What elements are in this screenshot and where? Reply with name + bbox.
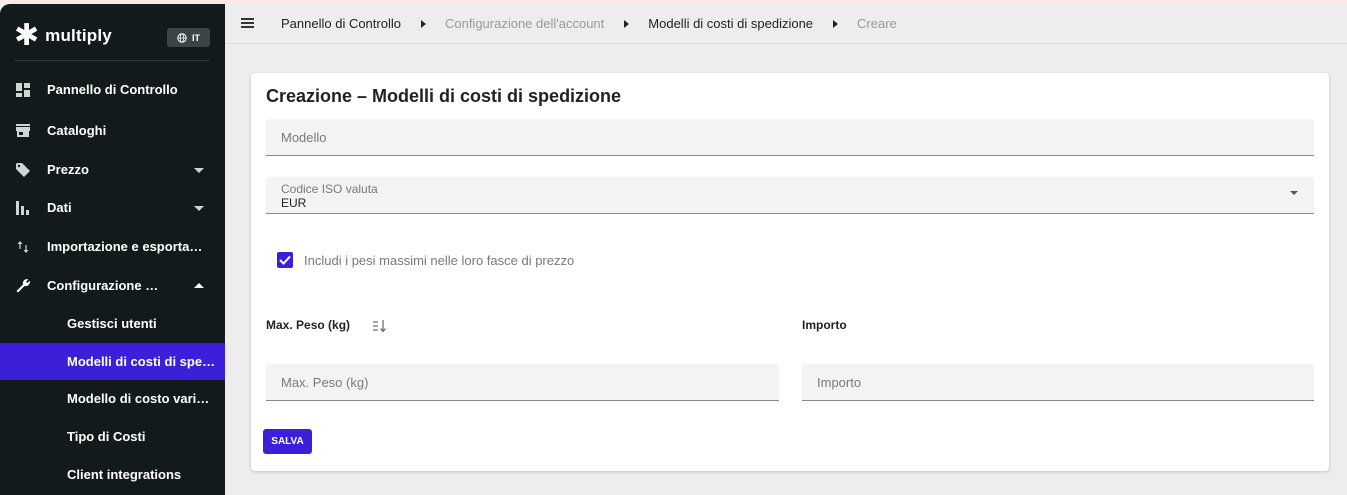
sidebar-subitem-cost-types[interactable]: Tipo di Costi bbox=[0, 418, 225, 455]
sidebar-item-label: Cataloghi bbox=[47, 123, 107, 138]
amount-input[interactable]: Importo bbox=[802, 364, 1314, 401]
sidebar-subitem-label: Gestisci utenti bbox=[67, 316, 157, 331]
breadcrumb-separator-icon bbox=[624, 19, 630, 28]
sidebar-item-catalogs[interactable]: Cataloghi bbox=[0, 112, 225, 149]
sidebar-item-dashboard[interactable]: Pannello di Controllo bbox=[0, 71, 225, 108]
sidebar-item-account-config[interactable]: Configurazione dell'account bbox=[0, 267, 225, 304]
sidebar-item-label: Pannello di Controllo bbox=[47, 82, 178, 97]
max-weight-column-header: Max. Peso (kg) bbox=[266, 318, 351, 332]
include-max-weights-label: Includi i pesi massimi nelle loro fasce … bbox=[304, 252, 575, 268]
top-bar: Pannello di Controllo Configurazione del… bbox=[225, 4, 1347, 44]
check-icon bbox=[279, 255, 291, 265]
sort-ascending-icon[interactable] bbox=[372, 319, 388, 333]
breadcrumb-item-create: Creare bbox=[857, 16, 897, 31]
dashboard-icon bbox=[15, 82, 31, 98]
chevron-down-icon bbox=[194, 167, 204, 173]
include-max-weights-option: Includi i pesi massimi nelle loro fasce … bbox=[277, 252, 574, 268]
sidebar-subitem-variable-cost-model[interactable]: Modello di costo variabile bbox=[0, 380, 225, 417]
store-icon bbox=[15, 123, 31, 139]
sidebar-item-label: Dati bbox=[47, 200, 72, 215]
bar-chart-icon bbox=[15, 200, 31, 216]
language-selector[interactable]: IT bbox=[167, 28, 210, 47]
breadcrumb: Pannello di Controllo Configurazione del… bbox=[281, 16, 897, 31]
brand-name: multiply bbox=[45, 26, 112, 45]
dropdown-arrow-icon bbox=[1290, 191, 1298, 195]
sidebar-subitem-label: Tipo di Costi bbox=[67, 429, 146, 444]
chevron-down-icon bbox=[194, 205, 204, 211]
language-code: IT bbox=[192, 32, 200, 43]
sidebar-subitem-label: Client integrations bbox=[67, 467, 182, 482]
page-title: Creazione – Modelli di costi di spedizio… bbox=[266, 86, 622, 106]
currency-select[interactable]: Codice ISO valuta EUR bbox=[266, 177, 1314, 214]
include-max-weights-checkbox[interactable] bbox=[277, 252, 293, 268]
sidebar-subitem-client-integrations[interactable]: Client integrations bbox=[0, 456, 225, 493]
sidebar-item-label: Importazione e esportazione bbox=[47, 239, 207, 254]
chevron-up-icon bbox=[194, 282, 204, 288]
globe-icon bbox=[177, 32, 187, 43]
sidebar-subitem-label: Modello di costo variabile bbox=[67, 391, 215, 406]
menu-icon[interactable] bbox=[241, 18, 254, 28]
breadcrumb-item-dashboard[interactable]: Pannello di Controllo bbox=[281, 16, 401, 31]
sidebar-item-price[interactable]: Prezzo bbox=[0, 151, 225, 188]
sidebar-subitem-shipping-cost-models[interactable]: Modelli di costi di spedizione bbox=[0, 343, 225, 380]
breadcrumb-item-account-config[interactable]: Configurazione dell'account bbox=[445, 16, 604, 31]
max-weight-input[interactable]: Max. Peso (kg) bbox=[266, 364, 779, 401]
sidebar-divider bbox=[14, 60, 210, 61]
sidebar: ✱ multiply IT Pannello di Controllo Cata… bbox=[0, 4, 225, 495]
top-accent-line bbox=[0, 0, 1347, 3]
sidebar-item-label: Configurazione dell'account bbox=[47, 278, 159, 293]
asterisk-logo-icon: ✱ bbox=[14, 18, 40, 53]
save-button[interactable]: SALVA bbox=[263, 429, 312, 454]
sidebar-item-import-export[interactable]: Importazione e esportazione bbox=[0, 228, 225, 265]
model-placeholder: Modello bbox=[281, 130, 327, 145]
max-weight-placeholder: Max. Peso (kg) bbox=[281, 375, 369, 390]
sidebar-subitem-manage-users[interactable]: Gestisci utenti bbox=[0, 305, 225, 342]
amount-column-header: Importo bbox=[802, 318, 847, 332]
breadcrumb-item-shipping-cost-models[interactable]: Modelli di costi di spedizione bbox=[648, 16, 813, 31]
tag-icon bbox=[15, 162, 31, 178]
amount-placeholder: Importo bbox=[817, 375, 862, 390]
sidebar-item-label: Prezzo bbox=[47, 162, 89, 177]
brand-logo[interactable]: ✱ multiply bbox=[14, 18, 112, 53]
currency-value: EUR bbox=[281, 196, 307, 210]
currency-label: Codice ISO valuta bbox=[281, 182, 378, 196]
model-field[interactable]: Modello bbox=[266, 119, 1314, 156]
breadcrumb-separator-icon bbox=[833, 19, 839, 28]
sidebar-subitem-label: Modelli di costi di spedizione bbox=[67, 354, 217, 369]
create-form-card: Creazione – Modelli di costi di spedizio… bbox=[251, 73, 1329, 471]
import-export-icon bbox=[15, 239, 31, 255]
breadcrumb-separator-icon bbox=[420, 19, 426, 28]
sidebar-item-data[interactable]: Dati bbox=[0, 189, 225, 226]
wrench-icon bbox=[15, 278, 31, 294]
